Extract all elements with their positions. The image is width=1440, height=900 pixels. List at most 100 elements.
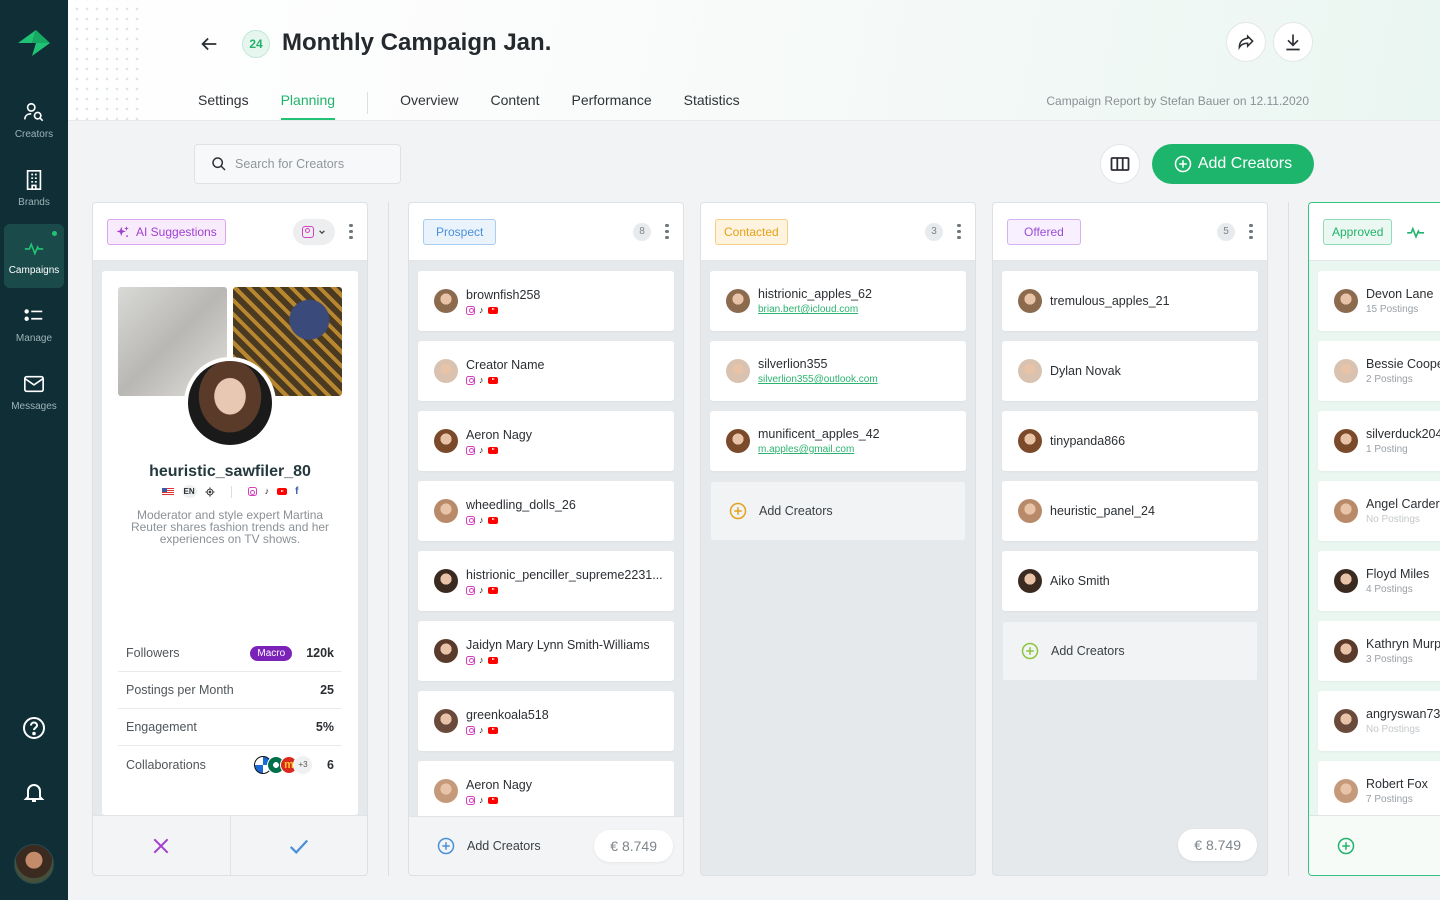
creator-card[interactable]: tremulous_apples_21 [1002, 271, 1258, 331]
list-icon [24, 308, 43, 321]
ai-suggestions-column: AI Suggestions heuristic_sawfiler_80 EN … [92, 202, 368, 876]
stage-chip-contacted[interactable]: Contacted [715, 218, 788, 245]
creator-card[interactable]: greenkoala518 ♪ [418, 691, 674, 751]
creator-card[interactable]: Aeron Nagy ♪ [418, 761, 674, 821]
creator-card[interactable]: wheedling_dolls_26 ♪ [418, 481, 674, 541]
sparkle-icon [116, 225, 129, 237]
tab-planning[interactable]: Planning [280, 92, 335, 120]
creator-info: Devon Lane 15 Postings [1366, 287, 1433, 315]
creator-avatar [726, 289, 750, 313]
column-menu-icon[interactable] [957, 223, 961, 240]
user-avatar[interactable] [14, 844, 54, 884]
tab-content[interactable]: Content [490, 92, 539, 120]
creator-card[interactable]: Kathryn Murphy 3 Postings [1318, 621, 1440, 681]
tab-overview[interactable]: Overview [400, 92, 458, 120]
tab-statistics[interactable]: Statistics [684, 92, 740, 120]
stat-postings: Postings per Month 25 [118, 672, 342, 709]
tab-performance[interactable]: Performance [572, 92, 652, 120]
creator-card[interactable]: brownfish258 ♪ [418, 271, 674, 331]
stage-chip-prospect[interactable]: Prospect [423, 218, 497, 245]
platform-dropdown[interactable] [293, 218, 335, 245]
page-title: Monthly Campaign Jan. [282, 29, 552, 56]
tab-settings[interactable]: Settings [198, 92, 249, 120]
creator-email[interactable]: brian.bert@icloud.com [758, 304, 872, 315]
language-badge: EN [181, 485, 197, 498]
creator-card[interactable]: Devon Lane 15 Postings [1318, 271, 1440, 331]
creator-email[interactable]: silverlion355@outlook.com [758, 374, 878, 385]
add-creators-card[interactable]: Add Creators [710, 481, 966, 541]
sidebar-item-creators[interactable]: Creators [4, 88, 64, 152]
accept-button[interactable] [231, 816, 368, 875]
creator-card[interactable]: silverduck204 1 Posting [1318, 411, 1440, 471]
back-arrow-icon[interactable] [198, 33, 220, 55]
stage-chip-approved[interactable]: Approved [1323, 218, 1393, 245]
share-icon [1238, 34, 1254, 51]
check-icon [289, 839, 308, 854]
share-button[interactable] [1226, 22, 1266, 62]
creator-card[interactable]: Dylan Novak [1002, 341, 1258, 401]
search-input[interactable] [235, 157, 395, 171]
facebook-icon[interactable]: f [295, 486, 298, 497]
creator-card[interactable]: heuristic_panel_24 [1002, 481, 1258, 541]
creator-card[interactable]: Floyd Miles 4 Postings [1318, 551, 1440, 611]
creator-card[interactable]: histrionic_penciller_supreme2231... ♪ [418, 551, 674, 611]
stage-chip-offered[interactable]: Offered [1007, 218, 1081, 245]
stat-label: Engagement [126, 720, 197, 734]
column-view-button[interactable] [1100, 144, 1140, 184]
ai-suggestions-chip[interactable]: AI Suggestions [107, 218, 226, 245]
creator-card[interactable]: histrionic_apples_62 brian.bert@icloud.co… [710, 271, 966, 331]
add-creators-button[interactable]: Add Creators [1152, 144, 1314, 184]
creator-avatar [434, 569, 458, 593]
creator-name: Creator Name [466, 357, 545, 372]
sidebar-item-manage[interactable]: Manage [4, 292, 64, 356]
creator-card[interactable]: angryswan733 No Postings [1318, 691, 1440, 751]
creator-card[interactable]: tinypanda866 [1002, 411, 1258, 471]
creator-profile-card[interactable]: heuristic_sawfiler_80 EN ♪ f Moderator a… [102, 271, 358, 815]
logo-icon[interactable] [16, 26, 52, 60]
bell-icon[interactable] [22, 780, 46, 804]
tiktok-icon[interactable]: ♪ [265, 487, 270, 496]
creator-card[interactable]: munificent_apples_42 m.apples@gmail.com [710, 411, 966, 471]
plus-circle-icon[interactable] [1337, 837, 1355, 855]
pulse-icon[interactable] [1406, 224, 1426, 240]
creator-email[interactable]: m.apples@gmail.com [758, 444, 880, 455]
youtube-icon[interactable] [277, 488, 288, 495]
creator-card[interactable]: Angel Carder No Postings [1318, 481, 1440, 541]
column-menu-icon[interactable] [665, 223, 669, 240]
creator-avatar [1018, 429, 1042, 453]
creator-card[interactable]: Jaidyn Mary Lynn Smith-Williams ♪ [418, 621, 674, 681]
add-creators-card[interactable]: Add Creators [1002, 621, 1258, 681]
social-icons: ♪ [466, 445, 532, 455]
creator-card[interactable]: Bessie Cooper 2 Postings [1318, 341, 1440, 401]
column-menu-icon[interactable] [1249, 223, 1253, 240]
add-creators-link[interactable]: Add Creators [437, 837, 541, 855]
stat-value: 120k [306, 646, 334, 660]
sidebar-item-brands[interactable]: Brands [4, 156, 64, 220]
creator-avatar [434, 499, 458, 523]
card-list: tremulous_apples_21 Dylan Novak tinypanda8… [993, 261, 1267, 681]
column-menu-icon[interactable] [349, 223, 353, 240]
add-creators-label: Add Creators [1197, 155, 1293, 172]
instagram-icon [466, 795, 475, 805]
stat-collaborations: Collaborations m +3 6 [118, 746, 342, 783]
creator-avatar [184, 357, 276, 449]
help-icon[interactable] [22, 716, 46, 740]
instagram-icon[interactable] [247, 487, 257, 496]
creator-card[interactable]: silverlion355 silverlion355@outlook.com [710, 341, 966, 401]
creator-card[interactable]: Creator Name ♪ [418, 341, 674, 401]
instagram-icon [466, 585, 475, 595]
tier-badge: Macro [250, 645, 293, 661]
creator-card[interactable]: Robert Fox 7 Postings [1318, 761, 1440, 821]
stat-value: 25 [320, 683, 334, 697]
reject-button[interactable] [93, 816, 231, 875]
creator-avatar [434, 359, 458, 383]
creator-card[interactable]: Aiko Smith [1002, 551, 1258, 611]
creator-card[interactable]: Aeron Nagy ♪ [418, 411, 674, 471]
download-button[interactable] [1273, 22, 1313, 62]
stat-label: Postings per Month [126, 683, 234, 697]
column-count: 5 [1217, 222, 1235, 241]
notification-dot [52, 231, 57, 236]
sidebar-item-campaigns[interactable]: Campaigns [4, 224, 64, 288]
campaign-count-badge: 24 [242, 30, 270, 58]
sidebar-item-messages[interactable]: Messages [4, 360, 64, 424]
